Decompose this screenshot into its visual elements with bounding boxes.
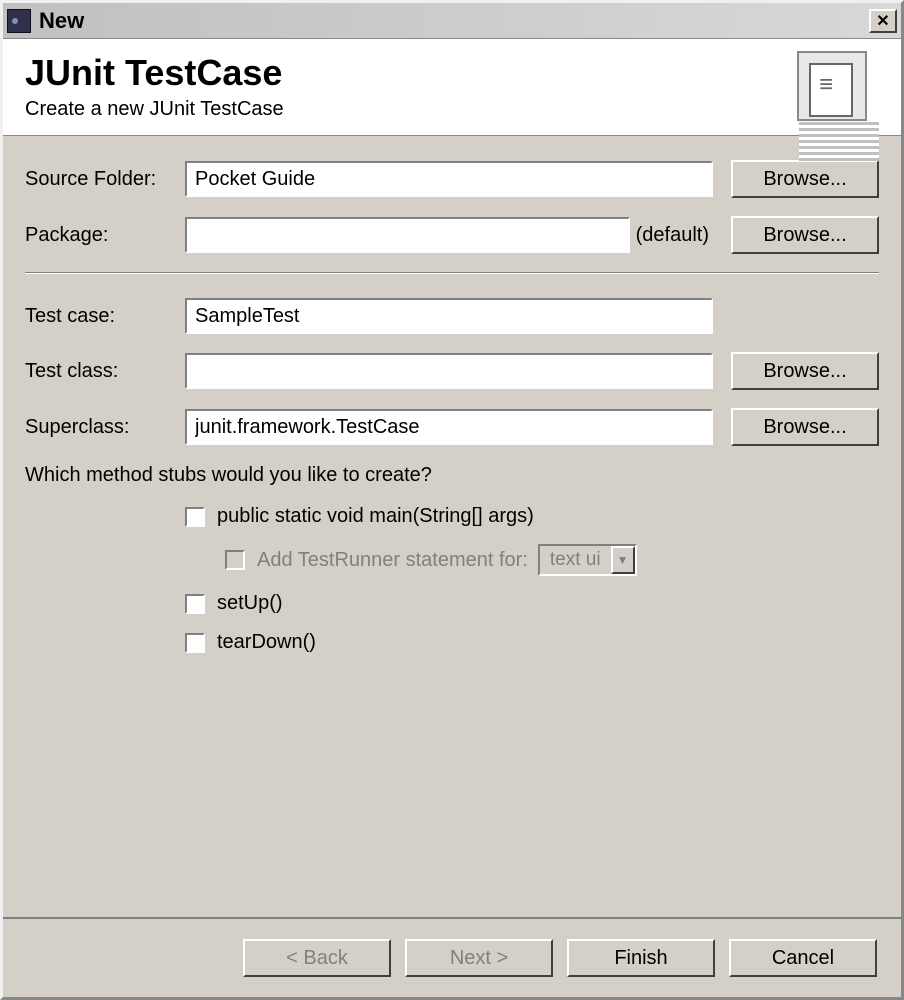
checkbox-main-box[interactable] <box>185 507 205 527</box>
form-area: Source Folder: Browse... Package: (defau… <box>3 136 901 917</box>
test-case-input[interactable] <box>185 298 713 334</box>
row-test-class: Test class: Browse... <box>25 352 879 390</box>
checkbox-teardown: tearDown() <box>185 631 879 654</box>
checkbox-main-label: public static void main(String[] args) <box>217 505 534 528</box>
checkbox-setup: setUp() <box>185 592 879 615</box>
package-input[interactable] <box>185 217 630 253</box>
title-bar: New ✕ <box>3 3 901 39</box>
test-class-input[interactable] <box>185 353 713 389</box>
browse-package-button[interactable]: Browse... <box>731 216 879 254</box>
chevron-down-icon: ▼ <box>611 546 635 574</box>
label-test-case: Test case: <box>25 305 185 328</box>
cancel-button[interactable]: Cancel <box>729 939 877 977</box>
row-test-case: Test case: <box>25 298 879 334</box>
source-folder-input[interactable] <box>185 161 713 197</box>
close-icon: ✕ <box>876 11 889 31</box>
browse-source-folder-button[interactable]: Browse... <box>731 160 879 198</box>
superclass-input[interactable] <box>185 409 713 445</box>
row-package: Package: (default) Browse... <box>25 216 879 254</box>
app-icon <box>7 9 31 33</box>
checkbox-setup-label: setUp() <box>217 592 283 615</box>
stubs-question: Which method stubs would you like to cre… <box>25 464 879 487</box>
window-title: New <box>39 8 84 34</box>
banner-subtitle: Create a new JUnit TestCase <box>25 98 797 121</box>
finish-button[interactable]: Finish <box>567 939 715 977</box>
checkbox-testrunner: Add TestRunner statement for: text ui ▼ <box>225 544 879 576</box>
package-default-suffix: (default) <box>636 224 709 247</box>
checkbox-testrunner-box <box>225 550 245 570</box>
testrunner-combo-value: text ui <box>540 549 611 571</box>
wizard-icon <box>797 51 867 121</box>
label-superclass: Superclass: <box>25 416 185 439</box>
checkbox-setup-box[interactable] <box>185 594 205 614</box>
banner: JUnit TestCase Create a new JUnit TestCa… <box>3 39 901 136</box>
back-button: < Back <box>243 939 391 977</box>
wizard-icon-shadow <box>799 121 879 161</box>
checkbox-testrunner-label: Add TestRunner statement for: <box>257 549 528 572</box>
label-package: Package: <box>25 224 185 247</box>
testrunner-combo: text ui ▼ <box>538 544 637 576</box>
label-source-folder: Source Folder: <box>25 168 185 191</box>
browse-test-class-button[interactable]: Browse... <box>731 352 879 390</box>
checkbox-main: public static void main(String[] args) <box>185 505 879 528</box>
divider <box>25 272 879 274</box>
dialog-window: New ✕ JUnit TestCase Create a new JUnit … <box>0 0 904 1000</box>
row-superclass: Superclass: Browse... <box>25 408 879 446</box>
button-bar: < Back Next > Finish Cancel <box>3 917 901 997</box>
banner-title: JUnit TestCase <box>25 52 797 94</box>
row-source-folder: Source Folder: Browse... <box>25 160 879 198</box>
checkbox-teardown-box[interactable] <box>185 633 205 653</box>
next-button: Next > <box>405 939 553 977</box>
close-button[interactable]: ✕ <box>869 9 897 33</box>
browse-superclass-button[interactable]: Browse... <box>731 408 879 446</box>
checkbox-teardown-label: tearDown() <box>217 631 316 654</box>
label-test-class: Test class: <box>25 360 185 383</box>
